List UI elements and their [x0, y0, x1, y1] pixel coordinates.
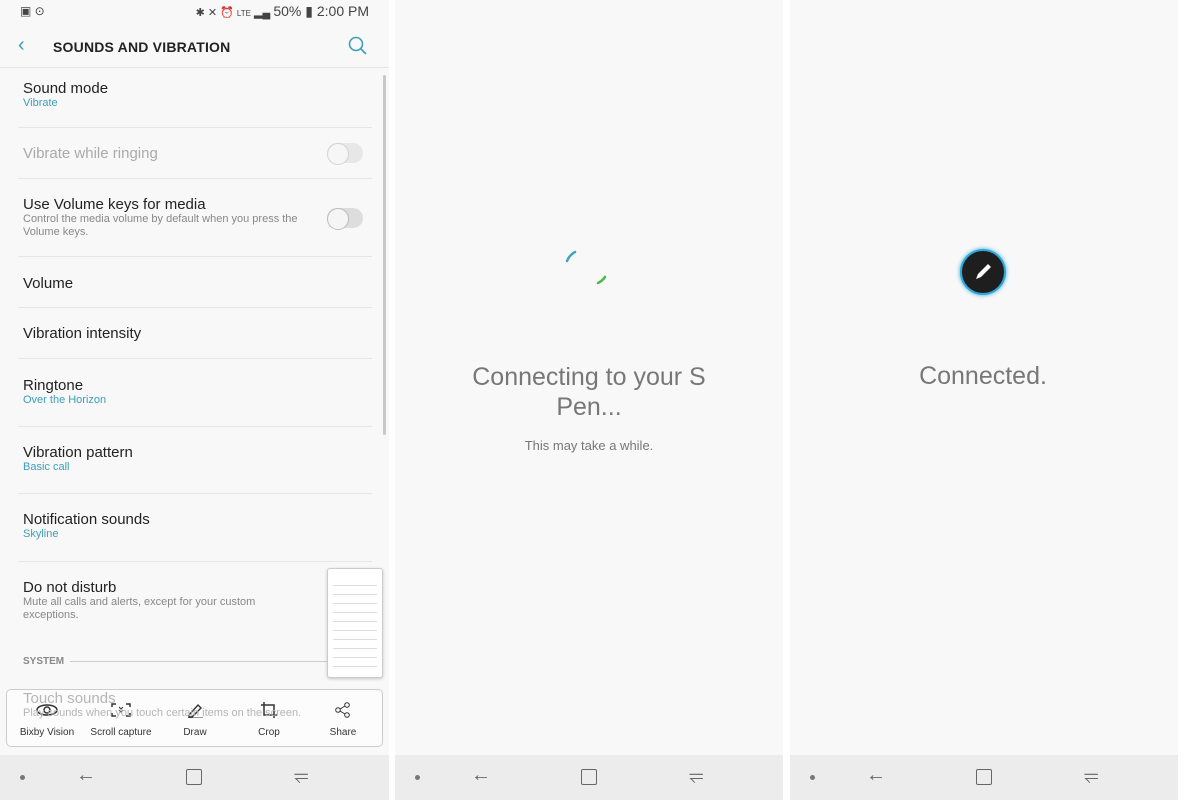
- row-vibration-pattern[interactable]: Vibration pattern Basic call: [23, 444, 133, 473]
- home-button[interactable]: [581, 769, 597, 785]
- battery-level: 50%: [273, 3, 302, 19]
- volume-keys-toggle[interactable]: [327, 208, 363, 230]
- home-button[interactable]: [186, 769, 202, 785]
- back-nav-button[interactable]: ←: [471, 764, 491, 787]
- row-vibration-intensity[interactable]: Vibration intensity: [23, 325, 141, 342]
- settings-screen: ▣ ⊙ ✱ ✕ ⏰ LTE ▂▄ 50% ▮ 2:00 PM ‹ SOUNDS …: [0, 0, 389, 800]
- nav-dot-icon: [810, 775, 815, 780]
- connecting-title: Connecting to your S Pen...: [472, 363, 706, 421]
- navigation-bar: ← ⥫: [790, 755, 1178, 800]
- back-nav-button[interactable]: ←: [76, 764, 96, 787]
- row-volume[interactable]: Volume: [23, 275, 73, 292]
- crop-icon: [261, 702, 277, 718]
- recents-button[interactable]: ⥫: [294, 765, 308, 786]
- scroll-capture-icon: [111, 703, 131, 717]
- connecting-screen: Connecting to your S Pen... This may tak…: [395, 0, 783, 800]
- bixby-vision-button[interactable]: Bixby Vision: [10, 702, 84, 738]
- pencil-icon: [188, 703, 203, 719]
- recents-button[interactable]: ⥫: [689, 765, 703, 786]
- back-button[interactable]: ‹: [18, 34, 25, 57]
- row-do-not-disturb[interactable]: Do not disturb Mute all calls and alerts,…: [23, 579, 283, 622]
- section-header: SYSTEM: [23, 656, 65, 667]
- loading-spinner: [565, 250, 607, 285]
- navigation-bar: ← ⥫: [395, 755, 783, 800]
- search-icon[interactable]: [348, 36, 368, 56]
- row-vibrate-while-ringing: Vibrate while ringing: [23, 145, 158, 162]
- screenshot-thumbnail[interactable]: [327, 568, 383, 678]
- vibrate-while-ringing-toggle[interactable]: [327, 143, 363, 165]
- battery-icon: ▮: [305, 3, 313, 19]
- draw-button[interactable]: Draw: [158, 702, 232, 738]
- navigation-bar: ← ⥫: [0, 755, 389, 800]
- network-label: LTE: [236, 9, 251, 18]
- status-bar: ✱ ✕ ⏰ LTE ▂▄ 50% ▮ 2:00 PM: [195, 3, 369, 19]
- notification-icons: ▣ ⊙: [20, 4, 45, 18]
- capture-toolbar: Bixby Vision Scroll capture Draw Crop Sh…: [6, 689, 383, 747]
- share-icon: [335, 702, 350, 718]
- home-button[interactable]: [976, 769, 992, 785]
- row-ringtone[interactable]: Ringtone Over the Horizon: [23, 377, 106, 406]
- status-icons: ✱ ✕ ⏰: [195, 7, 237, 19]
- row-notification-sounds[interactable]: Notification sounds Skyline: [23, 511, 150, 540]
- connected-screen: Connected. ← ⥫: [790, 0, 1178, 800]
- recents-button[interactable]: ⥫: [1084, 765, 1098, 786]
- nav-dot-icon: [415, 775, 420, 780]
- row-sound-mode[interactable]: Sound mode Vibrate: [23, 80, 108, 109]
- connected-title: Connected.: [919, 362, 1047, 390]
- scrollbar[interactable]: [383, 75, 386, 435]
- s-pen-icon: [960, 249, 1006, 295]
- nav-dot-icon: [20, 775, 25, 780]
- eye-icon: [36, 704, 58, 716]
- row-volume-keys[interactable]: Use Volume keys for media Control the med…: [23, 196, 313, 239]
- scroll-capture-button[interactable]: Scroll capture: [84, 702, 158, 738]
- clock: 2:00 PM: [316, 3, 369, 19]
- crop-button[interactable]: Crop: [232, 702, 306, 738]
- share-button[interactable]: Share: [306, 702, 380, 738]
- connecting-subtitle: This may take a while.: [524, 438, 654, 453]
- page-title: SOUNDS AND VIBRATION: [53, 39, 231, 55]
- back-nav-button[interactable]: ←: [866, 764, 886, 787]
